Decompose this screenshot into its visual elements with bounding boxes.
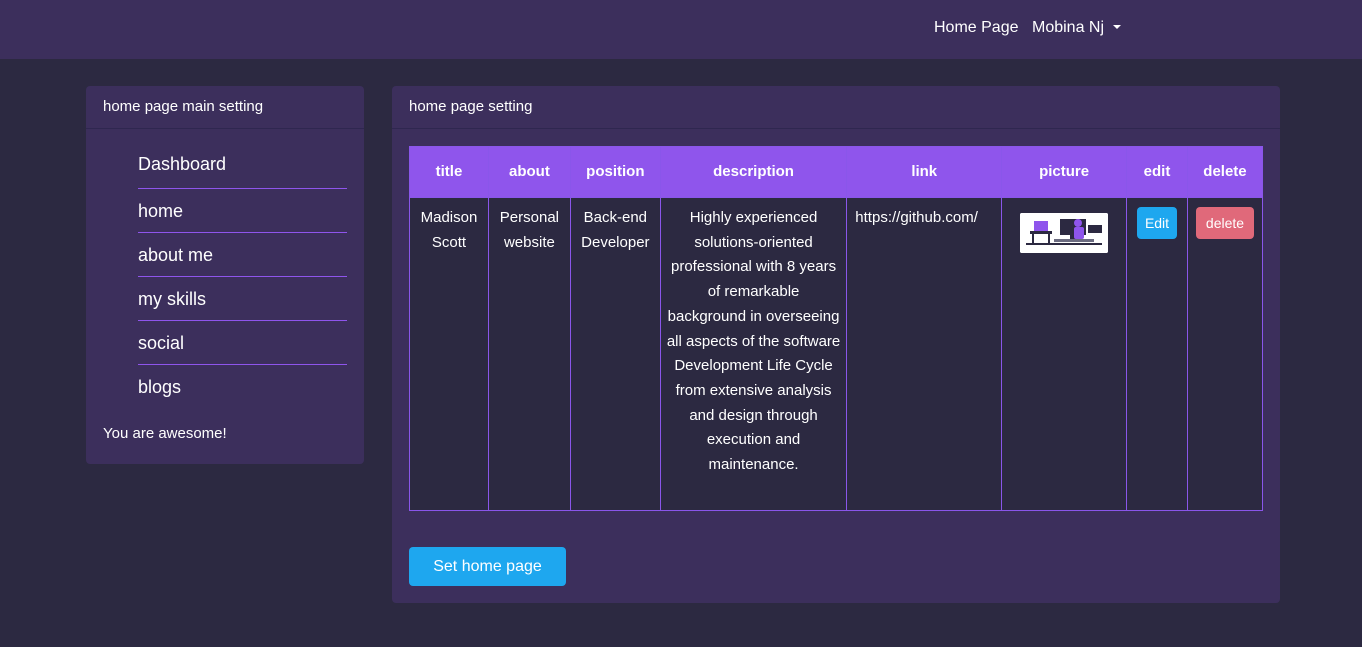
caret-down-icon <box>1113 25 1122 29</box>
set-home-page-button[interactable]: Set home page <box>409 547 566 586</box>
sidebar-footer-text: You are awesome! <box>103 425 227 442</box>
main-header: home page setting <box>392 86 1280 129</box>
sidebar-item-dashboard[interactable]: Dashboard <box>138 143 347 189</box>
column-header-delete: delete <box>1186 146 1264 198</box>
column-header-position: position <box>569 146 661 198</box>
sidebar-header: home page main setting <box>86 86 364 129</box>
table-row: Madison Scott Personal website Back-end … <box>409 197 1264 511</box>
sidebar-item-about-me[interactable]: about me <box>138 233 347 277</box>
user-menu-dropdown[interactable]: Mobina Nj <box>1032 18 1122 38</box>
delete-button[interactable]: delete <box>1195 207 1255 239</box>
cell-description: Highly experienced solutions-oriented pr… <box>659 197 848 511</box>
column-header-title: title <box>409 146 489 198</box>
developer-desk-illustration-icon <box>1020 213 1109 253</box>
sidebar-menu: Dashboard home about me my skills social… <box>138 143 347 409</box>
sidebar-item-my-skills[interactable]: my skills <box>138 277 347 321</box>
column-header-edit: edit <box>1126 146 1188 198</box>
user-name: Mobina Nj <box>1032 19 1105 36</box>
top-navbar: Home Page Mobina Nj <box>0 0 1362 59</box>
sidebar-item-social[interactable]: social <box>138 321 347 365</box>
sidebar-item-blogs[interactable]: blogs <box>138 365 347 409</box>
table-header-row: title about position description link pi… <box>409 146 1264 198</box>
column-header-description: description <box>659 146 848 198</box>
column-header-picture: picture <box>1001 146 1128 198</box>
main-card: home page setting title about position d… <box>392 86 1280 603</box>
cell-about: Personal website <box>487 197 571 511</box>
cell-title: Madison Scott <box>409 197 489 511</box>
nav-home-page-link[interactable]: Home Page <box>934 18 1019 38</box>
sidebar-item-home[interactable]: home <box>138 189 347 233</box>
column-header-about: about <box>487 146 571 198</box>
home-settings-table: title about position description link pi… <box>409 146 1264 511</box>
cell-picture <box>1001 197 1128 511</box>
edit-button[interactable]: Edit <box>1136 207 1178 239</box>
cell-link: https://github.com/ <box>846 197 1003 511</box>
cell-edit: Edit <box>1126 197 1188 511</box>
sidebar-card: home page main setting Dashboard home ab… <box>86 86 364 464</box>
column-header-link: link <box>846 146 1003 198</box>
cell-delete: delete <box>1186 197 1264 511</box>
cell-position: Back-end Developer <box>569 197 661 511</box>
